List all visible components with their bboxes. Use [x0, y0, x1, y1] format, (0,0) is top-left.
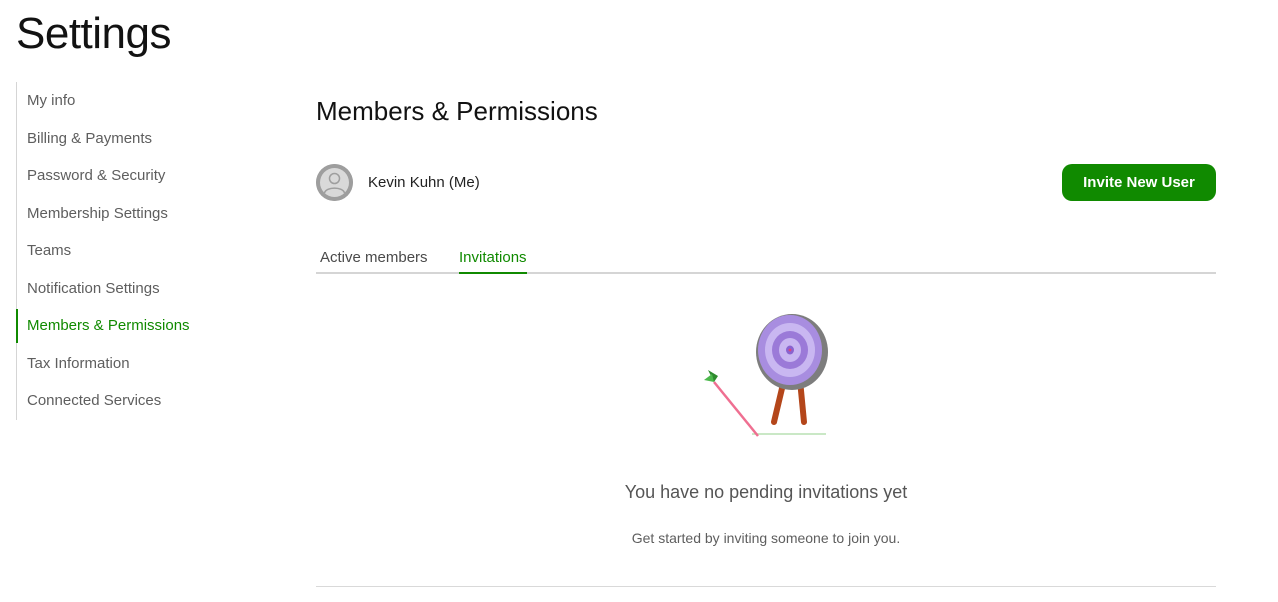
- settings-page: Settings My info Billing & Payments Pass…: [0, 0, 1278, 602]
- section-title: Members & Permissions: [316, 96, 598, 126]
- empty-state-illustration: [702, 310, 832, 445]
- empty-state-title: You have no pending invitations yet: [624, 482, 908, 502]
- settings-sidebar: My info Billing & Payments Password & Se…: [16, 82, 257, 420]
- sidebar-item-connected-services[interactable]: Connected Services: [17, 382, 257, 420]
- target-with-arrow-icon: [704, 314, 828, 437]
- sidebar-item-billing-payments[interactable]: Billing & Payments: [17, 120, 257, 158]
- sidebar-item-members-permissions[interactable]: Members & Permissions: [16, 307, 257, 345]
- user-name: Kevin Kuhn (Me): [368, 174, 480, 191]
- main-content: Members & Permissions Kevin Kuhn (Me) In…: [316, 90, 1216, 587]
- user-silhouette-icon: [316, 164, 353, 201]
- tab-invitations[interactable]: Invitations: [459, 246, 527, 274]
- empty-state-subtitle: Get started by inviting someone to join …: [631, 530, 901, 546]
- sidebar-item-tax-information[interactable]: Tax Information: [17, 345, 257, 383]
- sidebar-item-membership-settings[interactable]: Membership Settings: [17, 195, 257, 233]
- sidebar-item-my-info[interactable]: My info: [17, 82, 257, 120]
- current-user-row: Kevin Kuhn (Me) Invite New User: [316, 164, 1216, 202]
- invite-new-user-button[interactable]: Invite New User: [1062, 164, 1216, 201]
- page-title: Settings: [16, 9, 171, 58]
- bottom-divider: [316, 586, 1216, 587]
- sidebar-item-password-security[interactable]: Password & Security: [17, 157, 257, 195]
- sidebar-item-notification-settings[interactable]: Notification Settings: [17, 270, 257, 308]
- sidebar-item-teams[interactable]: Teams: [17, 232, 257, 270]
- member-tabs: Active members Invitations: [316, 246, 1216, 274]
- avatar: [316, 164, 353, 201]
- tab-active-members[interactable]: Active members: [320, 246, 428, 272]
